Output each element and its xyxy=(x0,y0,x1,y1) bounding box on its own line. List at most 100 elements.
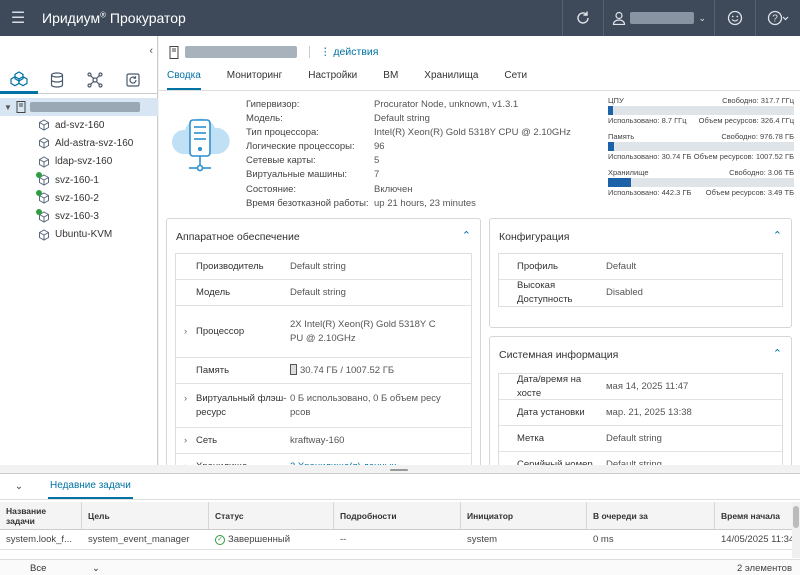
table-row[interactable]: › Процессор 2X Intel(R) Xeon(R) Gold 5318Y… xyxy=(176,306,471,358)
property-value: Включен xyxy=(374,183,413,195)
tab-3[interactable]: ВМ xyxy=(383,70,398,90)
row-label: Дата/время на хосте xyxy=(517,373,582,399)
task-details-cell: -- xyxy=(340,534,347,545)
collapse-left-icon[interactable]: ‹ xyxy=(149,45,153,57)
tree-item-vm[interactable]: svz-160-1 xyxy=(0,171,158,189)
collapse-tasks-icon[interactable]: ⌄ xyxy=(0,481,38,492)
tree-item-vm[interactable]: svz-160-3 xyxy=(0,207,158,225)
system-info-card-title: Системная информация xyxy=(499,349,619,361)
table-row[interactable]: system.look_f... system_event_manager ✓ З… xyxy=(0,530,800,550)
row-value: Default string xyxy=(290,286,346,298)
property-value: 96 xyxy=(374,141,385,153)
tasks-table: Название задачи Цель Статус Подробности И… xyxy=(0,502,800,550)
resource-free: Свободно: 3.06 ТБ xyxy=(729,168,794,177)
resource-block: Хранилище Свободно: 3.06 ТБ Использовано: … xyxy=(608,168,794,204)
resource-usage: ЦПУ Свободно: 317.7 ГГц Использовано: 8.7 … xyxy=(608,96,794,204)
col-start-time[interactable]: Время начала xyxy=(715,502,792,529)
col-details[interactable]: Подробности xyxy=(334,502,461,529)
items-count: 2 элементов xyxy=(736,562,792,574)
help-icon[interactable]: ? xyxy=(756,0,800,36)
table-row[interactable]: › Сеть kraftway-160 xyxy=(176,428,471,454)
row-label: Дата установки xyxy=(517,406,585,418)
property-row: Время безотказной работы: up 21 hours, 23… xyxy=(246,197,571,211)
resource-block: ЦПУ Свободно: 317.7 ГГц Использовано: 8.7 … xyxy=(608,96,794,132)
table-row[interactable]: › Виртуальный флэш-ресурс 0 Б использовано… xyxy=(176,384,471,428)
chevron-right-icon[interactable]: › xyxy=(184,325,187,339)
property-label: Логические процессоры: xyxy=(246,141,355,153)
tree-item-vm[interactable]: svz-160-2 xyxy=(0,189,158,207)
row-value: kraftway-160 xyxy=(290,434,345,446)
resource-used: Использовано: 8.7 ГГц xyxy=(608,116,687,125)
resource-bar xyxy=(608,106,794,115)
row-label: Производитель xyxy=(196,260,264,272)
tab-4[interactable]: Хранилища xyxy=(424,70,478,90)
row-label: › Виртуальный флэш-ресурс xyxy=(184,392,287,418)
task-target-cell: system_event_manager xyxy=(88,534,190,545)
chevron-up-icon[interactable]: ⌃ xyxy=(773,229,782,242)
col-task-name[interactable]: Название задачи xyxy=(0,502,82,529)
smiley-icon[interactable] xyxy=(715,0,755,36)
task-name-cell: system.look_f... xyxy=(6,534,72,545)
resource-total: Объем ресурсов: 1007.52 ГБ xyxy=(693,152,794,161)
tab-networks[interactable] xyxy=(76,66,114,94)
row-value: Default string xyxy=(290,260,346,272)
col-queued[interactable]: В очереди за xyxy=(587,502,715,529)
tab-2[interactable]: Настройки xyxy=(308,70,357,90)
property-row: Сетевые карты: 5 xyxy=(246,154,571,168)
property-value: 7 xyxy=(374,169,380,181)
resource-name: Хранилище xyxy=(608,168,649,177)
actions-menu[interactable]: ⋮ действия xyxy=(309,46,378,58)
tree-item-vm[interactable]: Ubuntu-KVM xyxy=(0,226,158,244)
table-row: Высокая Доступность Disabled xyxy=(499,280,782,306)
tab-5[interactable]: Сети xyxy=(504,70,527,90)
inventory-tabs xyxy=(0,66,158,94)
refresh-icon[interactable] xyxy=(563,0,603,36)
vm-icon xyxy=(36,172,50,186)
tree-root-host[interactable]: ▼ xyxy=(0,98,158,116)
resource-used: Использовано: 442.3 ГБ xyxy=(608,188,692,197)
chevron-right-icon[interactable]: › xyxy=(184,392,187,406)
resource-bar xyxy=(608,142,794,151)
tree-item-vm[interactable]: ldap-svz-160 xyxy=(0,153,158,171)
caret-down-icon[interactable]: ▼ xyxy=(4,103,16,112)
tab-0[interactable]: Сводка xyxy=(167,70,201,90)
tab-1[interactable]: Мониторинг xyxy=(227,70,282,90)
row-label: Метка xyxy=(517,432,544,444)
system-info-card: Системная информация ⌃ Дата/время на хос… xyxy=(489,336,792,479)
task-filter-select[interactable]: Все ⌄ xyxy=(30,563,100,574)
tree-item-vm[interactable]: ad-svz-160 xyxy=(0,116,158,134)
chevron-up-icon[interactable]: ⌃ xyxy=(462,229,471,242)
resource-total: Объем ресурсов: 3.49 ТБ xyxy=(705,188,794,197)
memory-icon xyxy=(290,364,297,376)
table-row: Дата установки мар. 21, 2025 13:38 xyxy=(499,400,782,426)
panel-splitter[interactable] xyxy=(0,465,800,473)
property-label: Состояние: xyxy=(246,183,297,195)
row-value: мая 14, 2025 11:47 xyxy=(606,380,689,392)
property-value: Procurator Node, unknown, v1.3.1 xyxy=(374,99,519,110)
tab-recent-tasks[interactable]: Недавние задачи xyxy=(48,474,133,499)
tree-item-label: Ald-astra-svz-160 xyxy=(55,137,134,149)
col-target[interactable]: Цель xyxy=(82,502,209,529)
user-icon xyxy=(613,11,626,25)
row-value: Default xyxy=(606,260,637,272)
table-row: Метка Default string xyxy=(499,426,782,452)
row-value: Disabled xyxy=(606,287,643,298)
tree-item-label: ldap-svz-160 xyxy=(55,156,113,168)
tasks-scrollbar[interactable] xyxy=(792,502,800,558)
tree-item-vm[interactable]: Ald-astra-svz-160 xyxy=(0,134,158,152)
tab-storage[interactable] xyxy=(38,66,76,94)
property-value: up 21 hours, 23 minutes xyxy=(374,197,476,209)
user-menu[interactable]: ⌄ xyxy=(604,0,714,36)
chevron-right-icon[interactable]: › xyxy=(184,434,187,448)
tab-hosts-clusters[interactable] xyxy=(0,66,38,94)
host-name-redacted xyxy=(30,102,140,112)
menu-icon[interactable]: ☰ xyxy=(0,0,36,36)
inventory-tree: ▼ ad-svz-160 Ald-astra-svz-160 ldap-svz-16… xyxy=(0,98,158,244)
col-initiator[interactable]: Инициатор xyxy=(461,502,587,529)
app-title: Иридиум® Прокуратор xyxy=(42,10,186,26)
col-status[interactable]: Статус xyxy=(209,502,334,529)
chevron-up-icon[interactable]: ⌃ xyxy=(773,347,782,360)
tree-item-label: svz-160-2 xyxy=(55,192,99,204)
tab-templates[interactable] xyxy=(114,66,152,94)
database-icon xyxy=(50,72,64,88)
